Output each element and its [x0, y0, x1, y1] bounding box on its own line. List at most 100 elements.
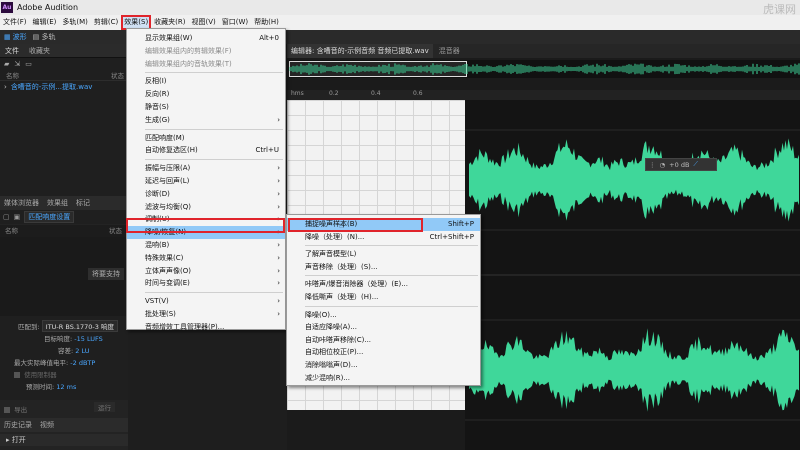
menu-item-label: 匹配响度(M) [145, 133, 185, 142]
files-panel-tabs: 文件 收藏夹 [0, 44, 128, 58]
tab-mixer[interactable]: 混音器 [433, 46, 466, 56]
history-item[interactable]: ▸ 打开 [0, 434, 128, 446]
tolerance-value[interactable]: 2 LU [75, 347, 89, 355]
menu-separator [305, 275, 478, 277]
menu-item-label: 特殊效果(C) [145, 253, 184, 262]
menu-separator [145, 128, 283, 130]
menu-item[interactable]: 咔嗒声/爆音消除器（处理）(E)... [287, 278, 480, 291]
run-button[interactable]: 运行 [94, 402, 115, 412]
tab-editor[interactable]: 编辑器: 含嘈音的-示例音频 音频已提取.wav [287, 44, 433, 58]
pin-icon[interactable]: ⟋ [693, 160, 698, 169]
menu-multitrack[interactable]: 多轨(M) [59, 15, 91, 30]
menu-item-label: 降噪（处理）(N)... [305, 232, 365, 241]
menu-item[interactable]: 音频增效工具管理器(P)... [127, 321, 285, 334]
open-folder-icon[interactable]: ▰ [4, 60, 9, 68]
match-to-select[interactable]: ITU-R BS.1770-3 响度 [41, 320, 118, 332]
menu-item[interactable]: VST(V) › [127, 295, 285, 308]
menu-file[interactable]: 文件(F) [0, 15, 30, 30]
target-loudness-value[interactable]: -15 LUFS [74, 335, 103, 343]
menu-item: 编辑效果组内的剪辑效果(F) [127, 45, 285, 58]
submenu-arrow-icon: › [277, 310, 280, 318]
waveform-button[interactable]: ▦ 波形 [4, 32, 27, 42]
menu-item[interactable]: 匹配响度(M) [127, 132, 285, 145]
menu-item-label: 生成(G) [145, 115, 170, 124]
menu-item[interactable]: 诊断(D) › [127, 188, 285, 201]
submenu-arrow-icon: › [277, 253, 280, 262]
history-item-label: 打开 [11, 436, 26, 444]
menu-item[interactable]: 声音移除（处理）(S)... [287, 261, 480, 274]
menu-item-label: 编辑效果组内的音轨效果(T) [145, 59, 232, 68]
clear-icon[interactable]: ▢ [3, 213, 10, 221]
menu-item[interactable]: 延迟与回声(L) › [127, 175, 285, 188]
lookahead-value[interactable]: 12 ms [56, 383, 76, 391]
limiter-row: 使用限制器 [14, 369, 57, 379]
menu-item[interactable]: 振幅与压限(A) › [127, 162, 285, 175]
menu-item[interactable]: 消除嗡嗡声(D)... [287, 359, 480, 372]
media-panel-tabs: 媒体浏览器 效果组 标记 [0, 196, 128, 210]
limiter-checkbox[interactable] [14, 372, 20, 378]
hud-volume-value: +0 dB [669, 160, 690, 169]
menu-item[interactable]: 显示效果组(W) Alt+0 [127, 32, 285, 45]
menu-item-label: 编辑效果组内的剪辑效果(F) [145, 46, 232, 55]
menu-item-label: 自动相位校正(P)... [305, 348, 364, 357]
menu-separator [145, 292, 283, 294]
menu-item[interactable]: 自动相位校正(P)... [287, 346, 480, 359]
submenu-arrow-icon: › [277, 241, 280, 249]
file-item[interactable]: › 含嘈音的-示例...提取.wav [0, 81, 128, 93]
media-header: 名称 状态 [0, 225, 128, 237]
tab-history[interactable]: 历史记录 [0, 420, 36, 430]
match-loudness-settings-button[interactable]: 匹配响度设置 [24, 211, 75, 223]
menu-item-label: 音频增效工具管理器(P)... [145, 322, 225, 331]
peak-level-value[interactable]: -2 dBTP [70, 359, 95, 367]
tab-video[interactable]: 视频 [36, 420, 58, 430]
lock-icon[interactable]: ▣ [14, 213, 21, 221]
menu-item[interactable]: 生成(G) › [127, 114, 285, 127]
waveform-view[interactable] [465, 100, 800, 450]
menu-item[interactable]: 混响(B) › [127, 239, 285, 252]
menu-item[interactable]: 减少混响(R)... [287, 372, 480, 385]
waveform-channel-left [469, 138, 799, 222]
menu-item[interactable]: 静音(S) [127, 101, 285, 114]
menu-item[interactable]: 特殊效果(C) › [127, 252, 285, 265]
menu-item[interactable]: 自动咔嗒声移除(C)... [287, 334, 480, 347]
menu-item[interactable]: 反向(R) [127, 88, 285, 101]
volume-hud[interactable]: ⋮ ◔ +0 dB ⟋ [645, 158, 717, 171]
tab-markers[interactable]: 标记 [72, 198, 94, 208]
menu-clip[interactable]: 剪辑(C) [91, 15, 121, 30]
waveform-overview[interactable] [289, 60, 800, 78]
expand-arrow-icon[interactable]: › [4, 83, 7, 91]
tab-files[interactable]: 文件 [0, 46, 24, 56]
tab-effects-rack[interactable]: 效果组 [43, 198, 72, 208]
import-icon[interactable]: ⇲ [14, 60, 20, 68]
menu-item[interactable]: 降噪(O)... [287, 309, 480, 322]
mouse-cursor-icon: ☝ [339, 221, 345, 231]
menu-item[interactable]: 降噪（处理）(N)... Ctrl+Shift+P [287, 231, 480, 244]
menu-item[interactable]: 了解声音模型(L) [287, 248, 480, 261]
menu-edit[interactable]: 编辑(E) [30, 15, 60, 30]
title-bar: Au Adobe Audition 虎课网 [0, 0, 800, 16]
new-file-icon[interactable]: ▭ [25, 60, 32, 68]
menu-item[interactable]: 滤波与均衡(Q) › [127, 201, 285, 214]
volume-knob-icon[interactable]: ◔ [660, 161, 666, 169]
tab-media-browser[interactable]: 媒体浏览器 [0, 198, 43, 208]
time-ruler[interactable]: hms 0.2 0.4 0.6 [287, 90, 800, 100]
waveform-label: 波形 [12, 33, 27, 41]
menu-item[interactable]: 批处理(S) › [127, 308, 285, 321]
menu-item[interactable]: 自动修复选区(H) Ctrl+U [127, 144, 285, 157]
tab-favorites[interactable]: 收藏夹 [24, 46, 55, 56]
menu-item-label: 振幅与压限(A) [145, 164, 191, 173]
app-window: Au Adobe Audition 虎课网 文件(F) 编辑(E) 多轨(M) … [0, 0, 800, 450]
menu-item[interactable]: 时间与变调(E) › [127, 277, 285, 290]
export-checkbox[interactable] [4, 407, 10, 413]
menu-item[interactable]: 降低嘶声（处理）(H)... [287, 291, 480, 304]
menu-item-label: 声音移除（处理）(S)... [305, 262, 378, 271]
menu-item[interactable]: 自适应降噪(A)... [287, 321, 480, 334]
ruler-tick: 0.4 [371, 90, 381, 97]
menu-item[interactable]: 反相(I) [127, 75, 285, 88]
menu-item[interactable]: 立体声声像(O) › [127, 265, 285, 278]
multitrack-button[interactable]: ▤ 多轨 [33, 32, 56, 42]
submenu-arrow-icon: › [277, 164, 280, 173]
ruler-unit: hms [291, 90, 304, 97]
files-col-name: 名称 [6, 72, 19, 80]
menu-item-label: 显示效果组(W) [145, 34, 193, 42]
